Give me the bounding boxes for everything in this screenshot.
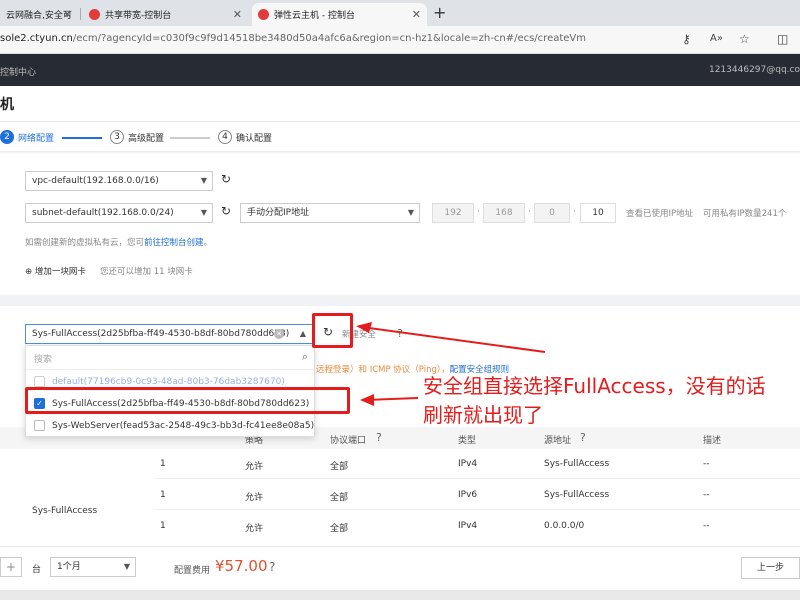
horizontal-scrollbar[interactable] <box>0 590 800 600</box>
annotation-line: 刷新就出现了 <box>423 403 543 427</box>
previous-step-button[interactable]: 上一步 <box>741 557 800 579</box>
help-icon[interactable]: ? <box>269 560 275 574</box>
duration-value: 1个月 <box>57 562 81 572</box>
price-label: 配置费用 <box>174 566 211 576</box>
caret-down-icon: ▼ <box>123 562 130 571</box>
annotation-arrowhead <box>356 322 372 333</box>
quantity-unit: 台 <box>32 565 42 575</box>
annotation-arrowhead <box>360 394 374 406</box>
duration-select[interactable]: 1个月 ▼ <box>50 557 136 577</box>
annotation-line: 安全组直接选择FullAccess，没有的话 <box>423 374 766 398</box>
annotation-arrows <box>356 322 546 406</box>
footer-bar: + 台 1个月 ▼ 配置费用 ¥57.00 ? 上一步 <box>0 546 800 590</box>
annotation-arrow-line <box>361 326 546 353</box>
annotation-text: 安全组直接选择FullAccess，没有的话 刷新就出现了 <box>423 372 766 430</box>
price-value: ¥57.00 <box>215 557 268 575</box>
quantity-increase-button[interactable]: + <box>0 557 22 577</box>
